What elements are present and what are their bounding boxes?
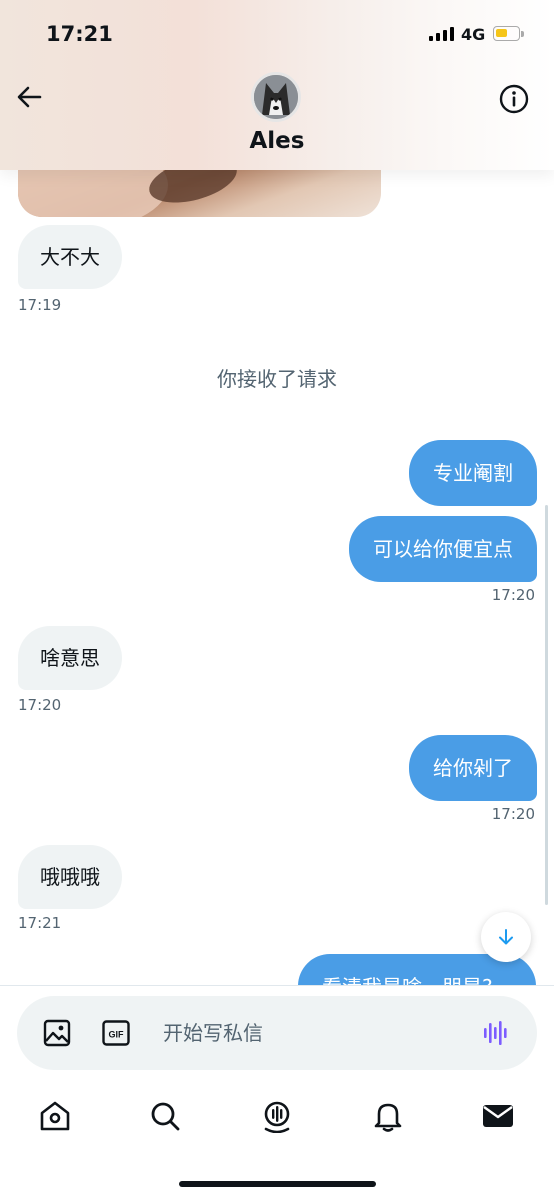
message-text: 大不大 <box>40 245 100 269</box>
search-icon <box>151 1102 180 1131</box>
info-icon <box>499 84 529 114</box>
nav-spaces[interactable] <box>259 1098 295 1134</box>
add-gif-button[interactable]: GIF <box>102 1020 130 1046</box>
contact-name[interactable]: Ales <box>0 128 554 154</box>
message-bubble-outgoing[interactable]: 给你剁了 <box>409 735 537 801</box>
back-button[interactable] <box>12 80 46 114</box>
message-bubble-outgoing[interactable]: 可以给你便宜点 <box>349 516 537 582</box>
composer-divider <box>0 985 554 986</box>
message-text: 给你剁了 <box>433 756 513 780</box>
message-timestamp: 17:20 <box>491 805 535 823</box>
nav-home[interactable] <box>37 1098 73 1134</box>
svg-text:GIF: GIF <box>109 1030 125 1040</box>
husky-avatar-icon <box>254 75 298 119</box>
conversation-header: 17:21 4G Ales <box>0 0 554 170</box>
gif-icon: GIF <box>102 1020 130 1046</box>
avatar[interactable] <box>251 72 301 122</box>
message-bubble-incoming[interactable]: 哦哦哦 <box>18 845 122 909</box>
add-image-button[interactable] <box>43 1019 71 1047</box>
status-time: 17:21 <box>46 22 113 46</box>
spaces-icon <box>264 1101 290 1133</box>
home-icon <box>40 1101 70 1131</box>
notifications-icon <box>374 1103 402 1132</box>
message-timestamp: 17:21 <box>18 914 62 932</box>
nav-search[interactable] <box>147 1098 183 1134</box>
message-bubble-incoming[interactable]: 啥意思 <box>18 626 122 690</box>
nav-messages[interactable] <box>480 1098 516 1134</box>
scroll-to-bottom-button[interactable] <box>481 912 531 962</box>
scrollbar[interactable] <box>545 505 548 905</box>
battery-icon <box>493 26 520 41</box>
arrow-left-icon <box>17 86 42 108</box>
message-bubble-outgoing[interactable]: 专业阉割 <box>409 440 537 506</box>
message-input[interactable] <box>163 1014 463 1052</box>
voice-message-button[interactable] <box>481 1018 511 1048</box>
home-indicator <box>179 1181 376 1187</box>
message-timestamp: 17:19 <box>18 296 62 314</box>
message-text: 专业阉割 <box>433 461 513 485</box>
arrow-down-icon <box>499 929 513 945</box>
nav-notifications[interactable] <box>370 1098 406 1134</box>
message-text: 可以给你便宜点 <box>373 537 513 561</box>
image-icon <box>43 1019 71 1047</box>
message-text: 啥意思 <box>40 646 100 670</box>
signal-icon <box>429 27 454 41</box>
message-composer: GIF <box>17 996 537 1070</box>
message-timestamp: 17:20 <box>491 586 535 604</box>
message-bubble-incoming[interactable]: 大不大 <box>18 225 122 289</box>
message-text: 哦哦哦 <box>40 865 100 889</box>
battery-tip <box>521 31 524 37</box>
conversation-info-button[interactable] <box>497 82 531 116</box>
voice-waveform-icon <box>484 1021 507 1045</box>
network-type: 4G <box>461 25 486 44</box>
message-text: 看清我是啥，朋是? <box>322 975 493 985</box>
system-message: 你接收了请求 <box>217 367 337 391</box>
message-timestamp: 17:20 <box>18 696 62 714</box>
messages-icon <box>483 1105 513 1127</box>
